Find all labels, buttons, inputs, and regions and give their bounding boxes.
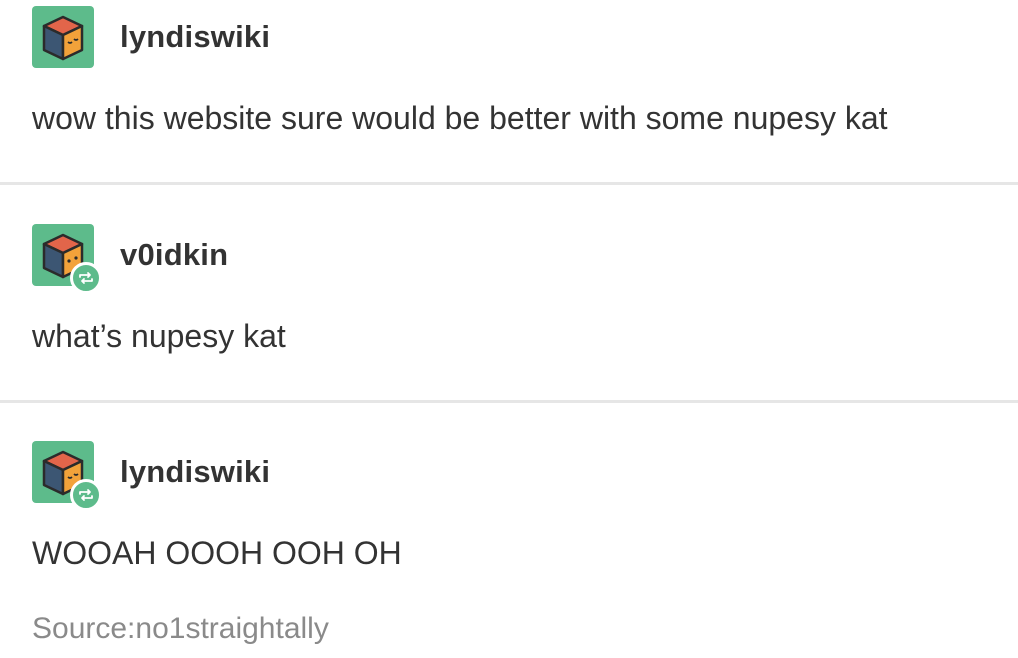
source-link[interactable]: no1straightally bbox=[135, 612, 328, 645]
post-divider bbox=[0, 400, 1018, 403]
source-label: Source: bbox=[32, 612, 136, 645]
post-header: v0idkin bbox=[32, 224, 228, 294]
post-text: WOOAH OOOH OOH OH bbox=[32, 535, 402, 571]
reblog-badge bbox=[70, 479, 102, 511]
source-line: Source:no1straightally bbox=[32, 612, 329, 646]
reblog-badge bbox=[70, 262, 102, 294]
reblog-icon bbox=[79, 489, 93, 501]
avatar[interactable] bbox=[32, 6, 94, 68]
username[interactable]: lyndiswiki bbox=[120, 19, 270, 55]
post-divider bbox=[0, 182, 1018, 185]
username[interactable]: v0idkin bbox=[120, 237, 228, 273]
avatar[interactable] bbox=[32, 224, 102, 294]
cube-avatar-icon bbox=[42, 15, 84, 61]
post-text: wow this website sure would be better wi… bbox=[32, 100, 888, 136]
post-text: what’s nupesy kat bbox=[32, 318, 286, 354]
post-header: lyndiswiki bbox=[32, 6, 270, 68]
avatar[interactable] bbox=[32, 441, 102, 511]
reblog-icon bbox=[79, 272, 93, 284]
post-header: lyndiswiki bbox=[32, 441, 270, 511]
username[interactable]: lyndiswiki bbox=[120, 454, 270, 490]
